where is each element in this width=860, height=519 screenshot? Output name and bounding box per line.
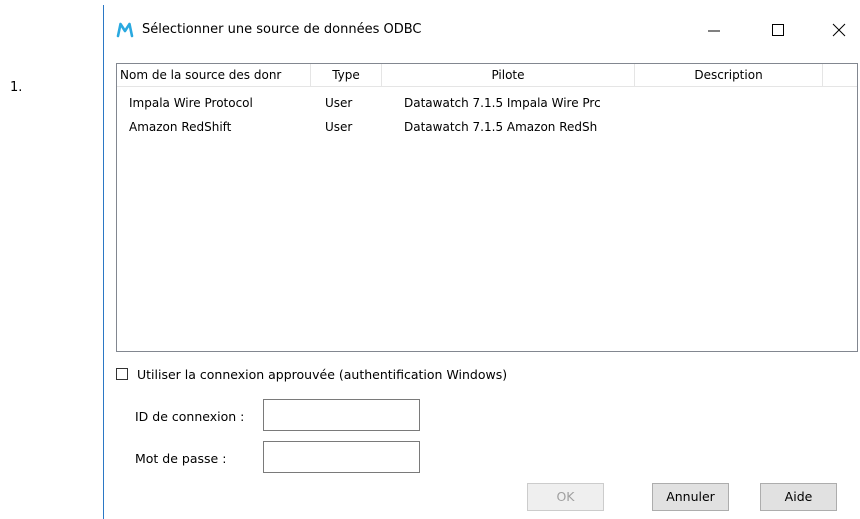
password-field[interactable] [263,441,420,473]
cell-type: User [325,96,353,110]
list-item[interactable]: Impala Wire Protocol User Datawatch 7.1.… [117,93,857,113]
dialog-title: Sélectionner une source de données ODBC [142,22,422,37]
password-label: Mot de passe : [135,451,227,466]
column-header-name[interactable]: Nom de la source des donr [117,64,311,86]
maximize-button[interactable] [763,19,793,41]
title-bar[interactable]: Sélectionner une source de données ODBC [104,5,860,53]
login-id-field[interactable] [263,399,420,431]
cancel-button[interactable]: Annuler [652,483,729,511]
m-logo-icon [116,21,134,39]
datasource-list[interactable]: Nom de la source des donr Type Pilote De… [116,63,858,352]
minimize-button[interactable] [699,19,729,41]
column-header-filler [823,64,857,86]
trusted-connection-label[interactable]: Utiliser la connexion approuvée (authent… [137,367,507,382]
column-header-description[interactable]: Description [635,64,823,86]
odbc-dialog: Sélectionner une source de données ODBC … [103,5,860,519]
maximize-icon [763,23,793,37]
help-button[interactable]: Aide [760,483,837,511]
close-button[interactable] [824,19,854,41]
login-id-label: ID de connexion : [135,409,245,424]
list-header: Nom de la source des donr Type Pilote De… [117,64,857,87]
cell-name: Amazon RedShift [129,120,232,134]
column-header-type[interactable]: Type [311,64,382,86]
minimize-icon [699,23,729,37]
cell-name: Impala Wire Protocol [129,96,253,110]
cell-driver: Datawatch 7.1.5 Amazon RedSh [404,120,598,134]
ok-button[interactable]: OK [527,483,604,511]
list-item[interactable]: Amazon RedShift User Datawatch 7.1.5 Ama… [117,117,857,137]
close-icon [824,23,854,37]
column-header-driver[interactable]: Pilote [382,64,635,86]
list-number: 1. [10,80,23,95]
cell-type: User [325,120,353,134]
trusted-connection-checkbox[interactable] [116,368,128,380]
cell-driver: Datawatch 7.1.5 Impala Wire Prc [404,96,601,110]
